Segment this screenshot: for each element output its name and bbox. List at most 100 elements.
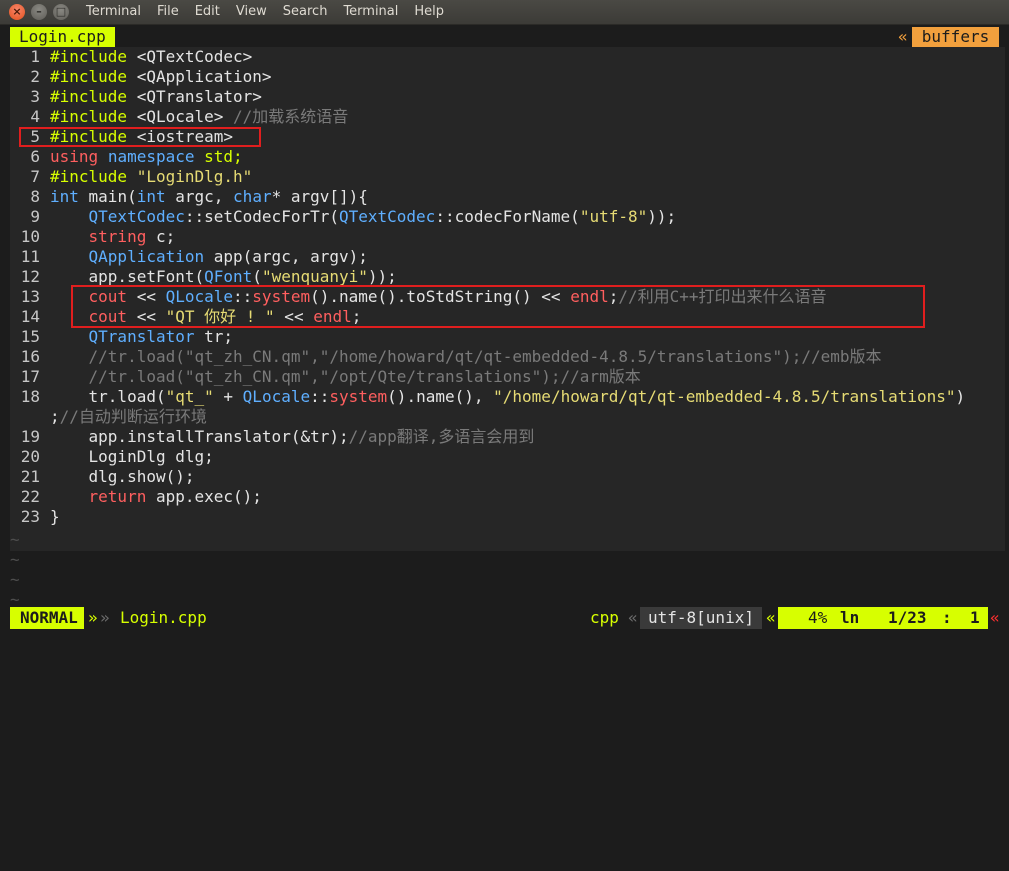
line-number: 6 xyxy=(30,147,40,166)
code-token: "qt_" xyxy=(165,387,214,406)
code-line[interactable]: 7 #include "LoginDlg.h" xyxy=(10,167,1005,187)
ln-label: ln xyxy=(840,608,860,627)
position-colon: : xyxy=(942,608,952,627)
code-token: QTextCodec xyxy=(338,207,436,226)
mode-separator: » xyxy=(88,608,98,627)
buffers-label: buffers xyxy=(912,27,999,47)
line-text: ;//自动判断运行环境 xyxy=(50,407,207,427)
code-line[interactable]: 21 dlg.show(); xyxy=(10,467,1005,487)
code-token: app(argc, argv); xyxy=(204,247,368,266)
code-token: ) xyxy=(955,387,966,406)
code-line[interactable]: 19 app.installTranslator(&tr);//app翻译,多语… xyxy=(10,427,1005,447)
line-text: #include <QTextCodec> xyxy=(50,47,252,67)
code-token: #include xyxy=(50,87,128,106)
maximize-icon[interactable]: □ xyxy=(53,4,69,20)
mode-indicator: NORMAL xyxy=(10,607,84,629)
code-token: ::codecForName( xyxy=(435,207,580,226)
line-text: #include <QApplication> xyxy=(50,67,272,87)
title-menu-bar: × – □ Terminal File Edit View Search Ter… xyxy=(0,0,1009,25)
line-text: int main(int argc, char* argv[]){ xyxy=(50,187,368,207)
code-line[interactable]: 2 #include <QApplication> xyxy=(10,67,1005,87)
code-line[interactable]: ;//自动判断运行环境 xyxy=(10,407,1005,427)
code-line[interactable]: 11 QApplication app(argc, argv); xyxy=(10,247,1005,267)
line-text: LoginDlg dlg; xyxy=(50,447,214,467)
code-token: )); xyxy=(367,267,397,286)
end-separator: « xyxy=(990,608,1000,627)
code-line[interactable]: 9 QTextCodec::setCodecForTr(QTextCodec::… xyxy=(10,207,1005,227)
code-line[interactable]: 17 //tr.load("qt_zh_CN.qm","/opt/Qte/tra… xyxy=(10,367,1005,387)
code-token: //自动判断运行环境 xyxy=(59,407,207,426)
line-number: 16 xyxy=(20,347,40,366)
code-token: //app翻译,多语言会用到 xyxy=(348,427,535,446)
code-line[interactable]: 23} xyxy=(10,507,1005,527)
line-text: dlg.show(); xyxy=(50,467,195,487)
line-number: 17 xyxy=(20,367,40,386)
empty-line-tilde: ~ xyxy=(10,550,20,569)
code-line[interactable]: 15 QTranslator tr; xyxy=(10,327,1005,347)
menu-terminal-app[interactable]: Terminal xyxy=(78,0,149,24)
code-line[interactable]: 20 LoginDlg dlg; xyxy=(10,447,1005,467)
code-token: c; xyxy=(146,227,176,246)
code-token: )); xyxy=(647,207,677,226)
line-number: 2 xyxy=(30,67,40,86)
code-token: #include xyxy=(50,47,128,66)
menu-help[interactable]: Help xyxy=(406,0,452,24)
line-text: //tr.load("qt_zh_CN.qm","/home/howard/qt… xyxy=(50,347,882,367)
line-number: 11 xyxy=(20,247,40,266)
code-line[interactable]: 6 using namespace std; xyxy=(10,147,1005,167)
code-line[interactable]: 3 #include <QTranslator> xyxy=(10,87,1005,107)
code-line[interactable]: 22 return app.exec(); xyxy=(10,487,1005,507)
encoding-separator: « xyxy=(766,608,776,627)
code-token: <QApplication> xyxy=(127,67,272,86)
code-token: system xyxy=(329,387,388,406)
close-icon[interactable]: × xyxy=(9,4,25,20)
column-position: 1 xyxy=(970,608,980,627)
tab-login-cpp[interactable]: Login.cpp xyxy=(10,27,115,47)
line-text: using namespace std; xyxy=(50,147,243,167)
code-line[interactable]: 16 //tr.load("qt_zh_CN.qm","/home/howard… xyxy=(10,347,1005,367)
line-text: QTranslator tr; xyxy=(50,327,234,347)
minimize-icon[interactable]: – xyxy=(31,4,47,20)
line-text: #include "LoginDlg.h" xyxy=(50,167,252,187)
code-line[interactable]: 18 tr.load("qt_" + QLocale::system().nam… xyxy=(10,387,1005,407)
code-line[interactable]: 4 #include <QLocale> //加载系统语音 xyxy=(10,107,1005,127)
code-line[interactable]: 12 app.setFont(QFont("wenquanyi")); xyxy=(10,267,1005,287)
code-token: LoginDlg dlg; xyxy=(50,447,214,466)
line-number: 14 xyxy=(20,307,40,326)
line-text: QTextCodec::setCodecForTr(QTextCodec::co… xyxy=(50,207,677,227)
code-token: <QTranslator> xyxy=(127,87,262,106)
line-number: 9 xyxy=(30,207,40,226)
empty-line-tilde: ~ xyxy=(10,570,20,589)
line-text: } xyxy=(50,507,60,527)
menu-file[interactable]: File xyxy=(149,0,187,24)
code-line[interactable]: 1 #include <QTextCodec> xyxy=(10,47,1005,67)
terminal-area[interactable]: Login.cpp « buffers 1 #include <QTextCode… xyxy=(0,25,1009,647)
code-token: app.exec(); xyxy=(146,487,262,506)
code-token: QApplication xyxy=(88,247,205,266)
code-token: int xyxy=(50,187,79,206)
code-token: <QLocale> xyxy=(127,107,234,126)
code-token: tr; xyxy=(194,327,234,346)
filetype-separator: « xyxy=(628,608,638,627)
menu-edit[interactable]: Edit xyxy=(187,0,228,24)
code-token: ().name(), xyxy=(387,387,494,406)
menu-search[interactable]: Search xyxy=(275,0,336,24)
line-text: //tr.load("qt_zh_CN.qm","/opt/Qte/transl… xyxy=(50,367,641,387)
line-text: return app.exec(); xyxy=(50,487,262,507)
line-number: 3 xyxy=(30,87,40,106)
code-token: * argv[]){ xyxy=(271,187,368,206)
menu-view[interactable]: View xyxy=(228,0,275,24)
menu-terminal[interactable]: Terminal xyxy=(335,0,406,24)
code-token: :: xyxy=(310,387,330,406)
code-token: dlg.show(); xyxy=(50,467,195,486)
line-number: 23 xyxy=(20,507,40,526)
code-token: #include xyxy=(50,107,128,126)
cursor-position: 4% ln 1/23 : 1 xyxy=(778,607,988,629)
encoding-label: utf-8[unix] xyxy=(640,607,762,629)
code-line[interactable]: 8 int main(int argc, char* argv[]){ xyxy=(10,187,1005,207)
code-line[interactable]: 10 string c; xyxy=(10,227,1005,247)
